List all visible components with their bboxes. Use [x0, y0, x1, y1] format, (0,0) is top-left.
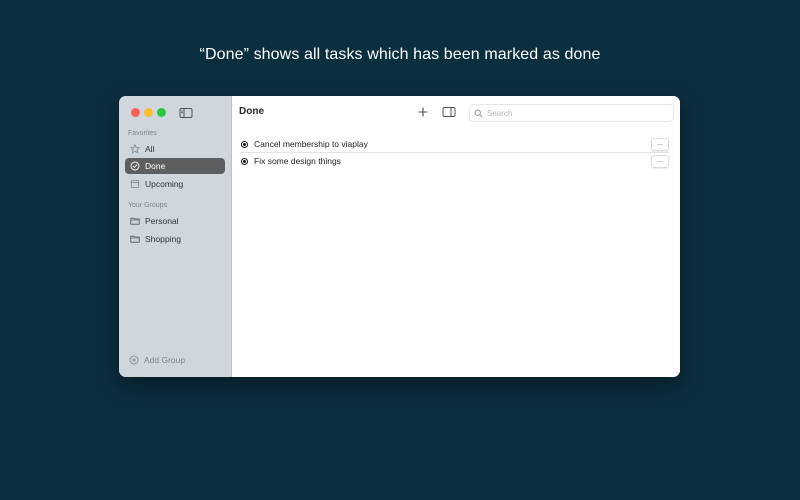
star-icon	[130, 144, 140, 154]
zoom-window-button[interactable]	[157, 108, 166, 117]
search-input[interactable]	[487, 108, 657, 118]
task-row[interactable]: Cancel membership to viaplay ...	[241, 136, 669, 153]
sidebar-toggle-icon[interactable]	[179, 106, 193, 118]
inspector-toggle-button[interactable]	[442, 105, 456, 117]
plus-icon	[418, 107, 428, 117]
page-title: Done	[239, 106, 264, 117]
caption-text: “Done” shows all tasks which has been ma…	[199, 46, 601, 63]
main-content: Done Cancel membership to viaplay ... Fi…	[232, 96, 680, 377]
task-completion-toggle[interactable]	[241, 140, 248, 148]
task-title: Fix some design things	[254, 156, 341, 166]
inspector-panel-icon	[442, 107, 456, 117]
sidebar-item-label: All	[145, 144, 155, 154]
close-window-button[interactable]	[131, 108, 140, 117]
minimize-window-button[interactable]	[144, 108, 153, 117]
folder-icon	[130, 216, 140, 226]
sidebar-item-shopping[interactable]: Shopping	[125, 231, 225, 247]
sidebar-item-label: Personal	[145, 216, 179, 226]
groups-section-label: Your Groups	[128, 202, 168, 209]
task-completion-toggle[interactable]	[241, 157, 248, 165]
add-group-label: Add Group	[144, 355, 186, 365]
sidebar-item-label: Upcoming	[145, 179, 184, 189]
task-more-button[interactable]: ...	[651, 155, 669, 168]
task-row[interactable]: Fix some design things ...	[241, 153, 669, 169]
folder-icon	[130, 234, 140, 244]
sidebar-item-personal[interactable]: Personal	[125, 213, 225, 229]
add-task-button[interactable]	[417, 105, 429, 117]
task-more-button[interactable]: ...	[651, 138, 669, 151]
sidebar-item-done[interactable]: Done	[125, 158, 225, 174]
favorites-section-label: Favorites	[128, 130, 157, 137]
app-window: Favorites All Done Upcoming Your Groups	[119, 96, 680, 377]
sidebar: Favorites All Done Upcoming Your Groups	[119, 96, 232, 377]
search-icon	[474, 109, 483, 118]
sidebar-item-upcoming[interactable]: Upcoming	[125, 176, 225, 192]
sidebar-item-all[interactable]: All	[125, 141, 225, 157]
sidebar-item-label: Done	[145, 161, 166, 171]
checkmark-circle-icon	[130, 161, 140, 171]
add-group-button[interactable]: Add Group	[129, 355, 185, 365]
plus-circle-icon	[129, 355, 139, 365]
task-title: Cancel membership to viaplay	[254, 139, 368, 149]
calendar-icon	[130, 179, 140, 189]
sidebar-item-label: Shopping	[145, 234, 181, 244]
search-field[interactable]	[469, 104, 674, 122]
